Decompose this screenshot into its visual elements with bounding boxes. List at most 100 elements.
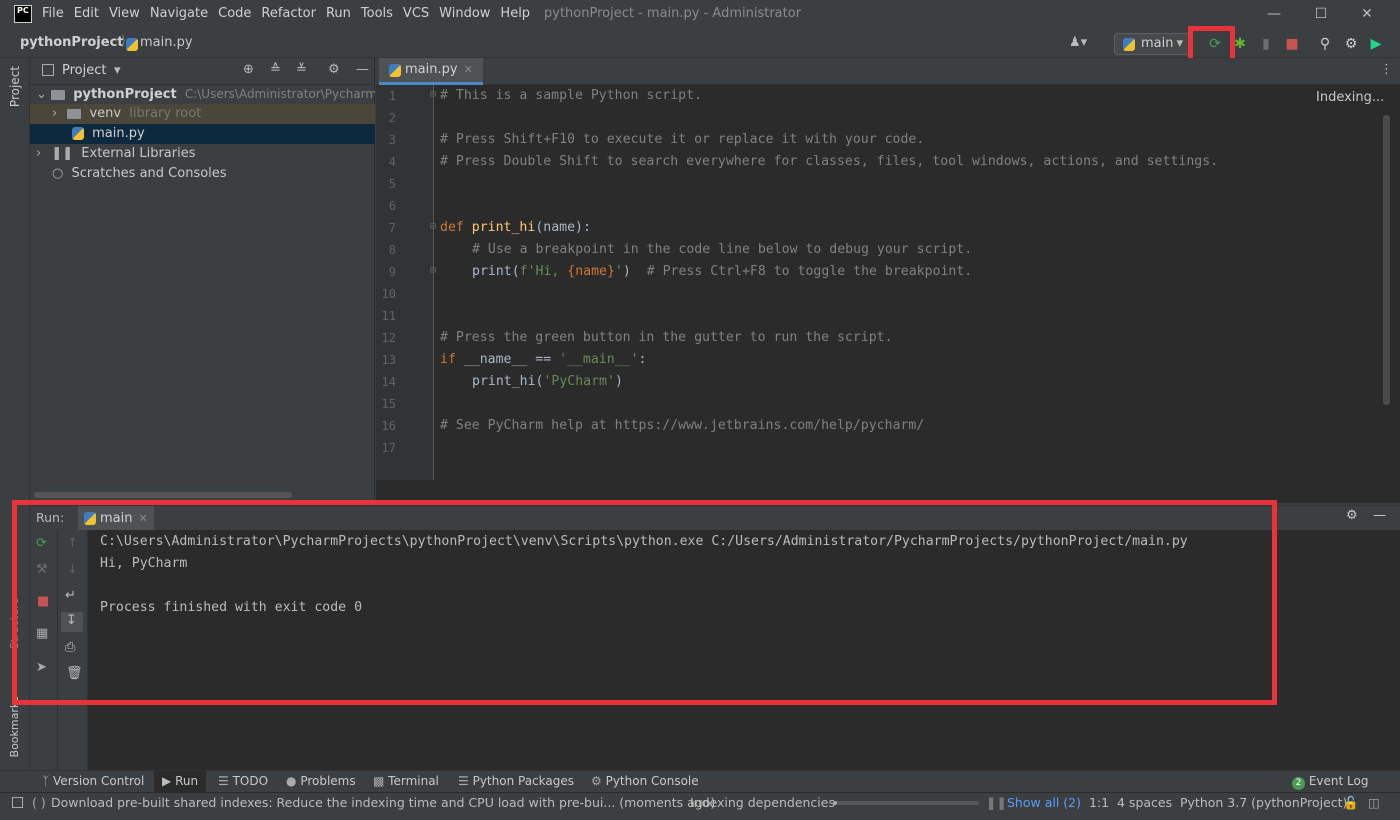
close-icon[interactable]: ✕ [1357, 4, 1377, 24]
indexing-status: Indexing dependencies [690, 795, 835, 810]
show-all-link[interactable]: Show all (2) [1007, 795, 1081, 810]
code-text: ) [614, 374, 623, 389]
tool-tab-terminal[interactable]: ▩ Terminal [373, 774, 439, 788]
play-icon: ▶ [162, 774, 172, 788]
user-icon[interactable]: ♟▾ [1069, 35, 1087, 50]
code-line-4: # Press Double Shift to search everywher… [440, 154, 1219, 169]
tree-item-hint: library root [129, 106, 202, 121]
tree-item-venv[interactable]: › venv library root [30, 104, 375, 124]
fold-icon[interactable]: ⊟ [430, 221, 436, 232]
folder-icon [51, 89, 66, 100]
comment: # Press Ctrl+F8 to toggle the breakpoint… [646, 264, 973, 279]
tree-item-project-root[interactable]: ⌄ pythonProject C:\Users\Administrator\P… [30, 84, 375, 104]
code-line-12: # Press the green button in the gutter t… [440, 330, 893, 345]
editor-tab-bar: main.py ✕ ⋮ [376, 58, 1400, 85]
line-number: 12 [381, 331, 396, 345]
project-panel-header: Project ▾ ⊕ ≙ ≚ ⚙ — [30, 58, 375, 85]
more-options-icon[interactable]: ⋮ [1380, 62, 1393, 77]
branch-icon: ᛉ [42, 774, 50, 788]
settings-icon[interactable]: ⚙ [1341, 34, 1361, 54]
code-line-13: if __name__ == '__main__': [440, 352, 646, 367]
event-log-button[interactable]: 2 Event Log [1292, 774, 1368, 790]
indent-setting[interactable]: 4 spaces [1117, 795, 1172, 810]
menu-view[interactable]: View [109, 6, 140, 21]
memory-indicator-icon[interactable]: ◫ [1368, 795, 1380, 810]
chevron-right-icon: › [36, 146, 42, 161]
bookmarks-tool-tab[interactable]: Bookmarks [8, 696, 21, 757]
project-view-title[interactable]: Project [62, 63, 106, 78]
code-line-16: # See PyCharm help at https://www.jetbra… [440, 418, 925, 433]
indexing-progress-fill [833, 801, 838, 805]
menu-refactor[interactable]: Refactor [261, 6, 316, 21]
fold-icon[interactable]: ⊟ [430, 265, 436, 276]
menu-tools[interactable]: Tools [361, 6, 393, 21]
tool-tab-python-console[interactable]: ⚙ Python Console [591, 774, 699, 788]
search-icon[interactable]: ⚲ [1315, 34, 1335, 54]
tree-item-scratches[interactable]: ○ Scratches and Consoles [30, 164, 375, 184]
chevron-down-icon[interactable]: ▾ [114, 63, 121, 78]
folder-icon [67, 108, 82, 119]
code-text: __name__ == [455, 352, 560, 367]
run-configuration-select[interactable]: main ▾ [1114, 33, 1190, 55]
tool-tab-todo[interactable]: ☰ TODO [218, 774, 268, 788]
maximize-icon[interactable]: ☐ [1311, 4, 1331, 24]
menu-vcs[interactable]: VCS [403, 6, 429, 21]
caret-position[interactable]: 1:1 [1089, 795, 1109, 810]
code-with-me-icon[interactable]: ▶ [1366, 34, 1386, 54]
python-interpreter[interactable]: Python 3.7 (pythonProject) [1180, 795, 1347, 810]
menu-code[interactable]: Code [218, 6, 251, 21]
menu-window[interactable]: Window [439, 6, 490, 21]
menu-edit[interactable]: Edit [74, 6, 99, 21]
vertical-scrollbar[interactable] [1383, 115, 1390, 405]
string: 'PyCharm' [543, 374, 615, 389]
horizontal-scrollbar[interactable] [34, 492, 292, 498]
chevron-right-icon: › [52, 106, 58, 121]
tree-item-label: pythonProject [73, 87, 177, 102]
close-tab-icon[interactable]: ✕ [464, 57, 473, 83]
tree-item-external-libraries[interactable]: › ❚❚ External Libraries [30, 144, 375, 164]
coverage-icon[interactable]: ▮ [1256, 34, 1276, 54]
code-text: ) [622, 264, 647, 279]
locate-file-icon[interactable]: ⊕ [243, 62, 254, 77]
gear-icon[interactable]: ⚙ [1346, 508, 1358, 523]
tool-tab-python-packages[interactable]: ☰ Python Packages [458, 774, 574, 788]
tool-tab-version-control[interactable]: ᛉ Version Control [42, 774, 144, 788]
tab-main-py[interactable]: main.py ✕ [379, 58, 483, 85]
hide-panel-icon[interactable]: — [356, 62, 369, 77]
code-editor[interactable]: 1 2 3 4 5 6 7 8 9 10 11 12 13 14 15 16 1… [376, 85, 1400, 503]
lock-icon[interactable]: 🔓 [1343, 795, 1359, 811]
menu-help[interactable]: Help [500, 6, 530, 21]
menu-navigate[interactable]: Navigate [150, 6, 208, 21]
line-number: 11 [381, 309, 396, 323]
tool-tab-run[interactable]: ▶ Run [154, 771, 207, 792]
line-number: 8 [388, 243, 396, 257]
tab-label: main.py [405, 62, 458, 77]
terminal-icon: ▩ [373, 774, 385, 788]
tool-tab-problems[interactable]: ● Problems [286, 774, 356, 788]
packages-icon: ☰ [458, 774, 469, 788]
fold-icon[interactable]: ⊟ [430, 89, 436, 100]
stop-icon[interactable]: ■ [1282, 34, 1302, 54]
gear-icon[interactable]: ⚙ [328, 62, 340, 77]
breadcrumb-file[interactable]: main.py [140, 35, 193, 50]
expand-all-icon[interactable]: ≙ [270, 62, 281, 77]
project-tool-tab[interactable]: Project [8, 66, 22, 107]
minimize-icon[interactable]: — [1264, 4, 1284, 24]
editor-gutter: 1 2 3 4 5 6 7 8 9 10 11 12 13 14 15 16 1… [376, 85, 436, 480]
toggle-tool-windows-icon[interactable] [12, 797, 23, 808]
keyword: if [440, 352, 456, 367]
menu-run[interactable]: Run [326, 6, 351, 21]
tool-tab-label: Python Packages [472, 774, 574, 788]
menu-file[interactable]: File [42, 6, 64, 21]
line-number: 16 [381, 419, 396, 433]
breadcrumb-project[interactable]: pythonProject [20, 35, 124, 50]
pause-icon[interactable]: ❚❚ [986, 795, 1007, 810]
tree-item-main-py[interactable]: main.py [30, 124, 375, 144]
hide-panel-icon[interactable]: — [1373, 508, 1386, 523]
collapse-all-icon[interactable]: ≚ [296, 62, 307, 77]
status-message[interactable]: Download pre-built shared indexes: Reduc… [51, 795, 715, 810]
line-number: 15 [381, 397, 396, 411]
code-line-1: # This is a sample Python script. [440, 88, 703, 103]
indexing-progress-bar [833, 801, 979, 805]
line-number: 7 [388, 221, 396, 235]
